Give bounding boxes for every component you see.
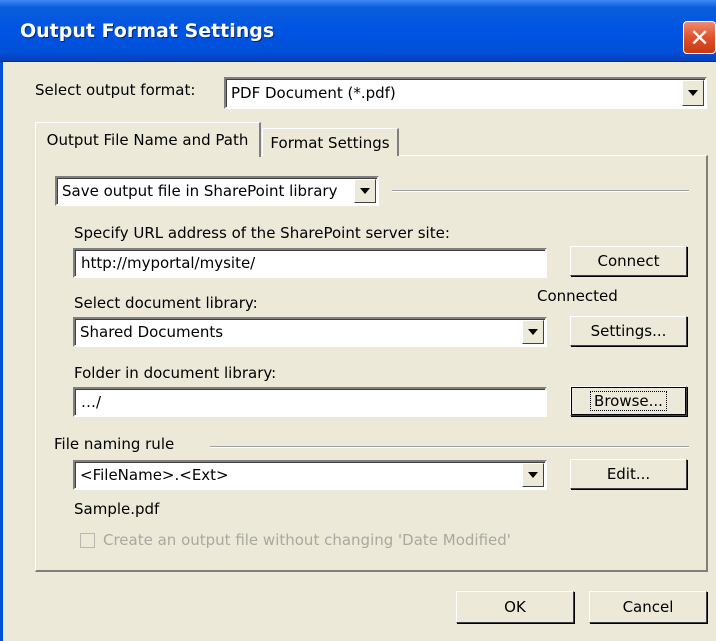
tab-format-settings[interactable]: Format Settings	[262, 128, 399, 156]
naming-rule-dropdown-button[interactable]	[522, 463, 544, 487]
cancel-button[interactable]: Cancel	[589, 591, 707, 623]
library-dropdown-button[interactable]	[522, 320, 544, 344]
folder-input[interactable]: …/	[73, 387, 547, 417]
keep-date-checkbox[interactable]	[80, 533, 95, 548]
output-format-value: PDF Document (*.pdf)	[231, 84, 396, 102]
output-format-label-text: Select output format:	[35, 81, 196, 99]
ok-button[interactable]: OK	[456, 591, 574, 623]
edit-button[interactable]: Edit...	[570, 459, 687, 489]
save-location-value: Save output file in SharePoint library	[62, 182, 338, 200]
naming-label: File naming rule	[54, 435, 175, 453]
cancel-button-label: Cancel	[622, 598, 674, 616]
folder-label: Folder in document library:	[74, 364, 277, 382]
chevron-down-icon	[688, 90, 698, 96]
library-select[interactable]: Shared Documents	[73, 317, 547, 347]
window-title: Output Format Settings	[20, 20, 275, 42]
output-format-dropdown-button[interactable]	[682, 80, 704, 106]
output-format-select[interactable]: PDF Document (*.pdf)	[224, 77, 707, 109]
chevron-down-icon	[528, 472, 538, 478]
close-icon: ✕	[689, 23, 710, 52]
naming-rule-value: <FileName>.<Ext>	[80, 466, 229, 484]
tab-output-file-name-and-path[interactable]: Output File Name and Path	[35, 122, 261, 157]
browse-button-label: Browse...	[590, 391, 667, 411]
connection-status: Connected	[537, 287, 618, 305]
url-input-value: http://myportal/mysite/	[81, 254, 256, 272]
naming-rule-select[interactable]: <FileName>.<Ext>	[73, 460, 547, 490]
connect-button-label: Connect	[597, 252, 660, 270]
chevron-down-icon	[360, 188, 370, 194]
library-value: Shared Documents	[80, 323, 224, 341]
chevron-down-icon	[528, 329, 538, 335]
browse-button[interactable]: Browse...	[570, 386, 687, 416]
url-input[interactable]: http://myportal/mysite/	[73, 248, 547, 278]
edit-button-label: Edit...	[606, 465, 651, 483]
save-location-select[interactable]: Save output file in SharePoint library	[55, 176, 379, 206]
settings-button[interactable]: Settings...	[570, 316, 687, 346]
save-location-separator	[392, 190, 689, 192]
save-location-dropdown-button[interactable]	[354, 179, 376, 203]
output-format-label: Select output format:	[35, 81, 195, 99]
naming-sample: Sample.pdf	[74, 500, 160, 518]
folder-input-value: …/	[81, 393, 102, 411]
settings-button-label: Settings...	[590, 322, 667, 340]
tab-format-settings-label: Format Settings	[270, 133, 390, 152]
window-frame-left	[0, 62, 3, 641]
ok-button-label: OK	[504, 598, 526, 616]
tab-output-file-name-and-path-label: Output File Name and Path	[46, 131, 249, 149]
url-label: Specify URL address of the SharePoint se…	[74, 224, 450, 242]
library-label: Select document library:	[74, 294, 258, 312]
close-button[interactable]: ✕	[683, 21, 716, 54]
naming-separator	[210, 446, 689, 448]
keep-date-label: Create an output file without changing '…	[103, 531, 511, 549]
connect-button[interactable]: Connect	[570, 246, 687, 276]
